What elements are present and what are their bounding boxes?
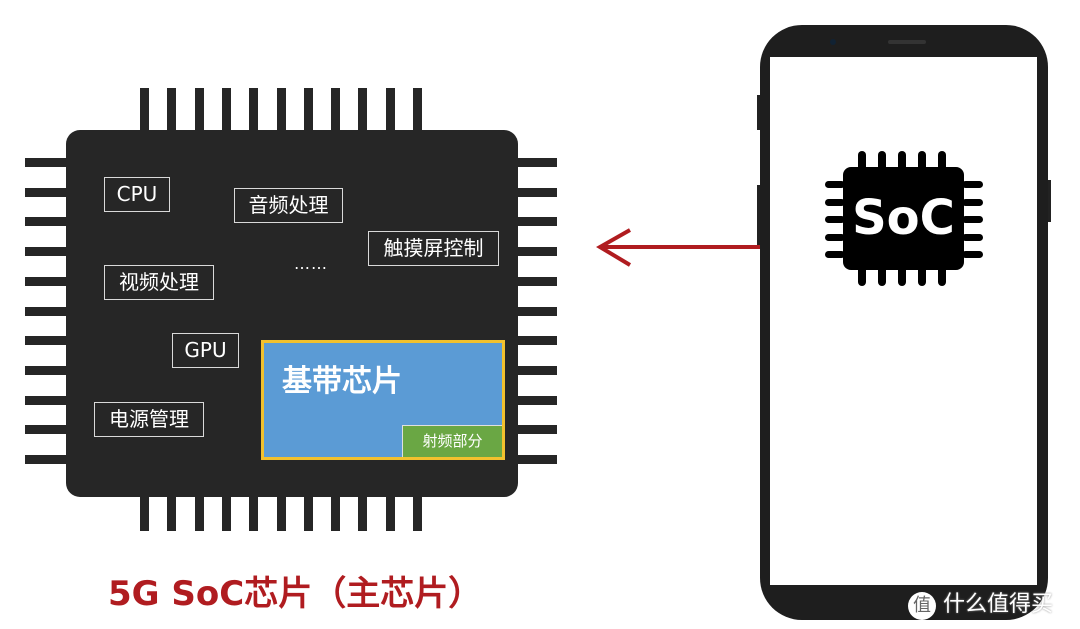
- pin: [962, 216, 983, 223]
- pin: [358, 495, 368, 531]
- soc-chip-icon: SoC: [843, 167, 964, 270]
- pin: [385, 495, 395, 531]
- pin: [25, 158, 68, 167]
- pin: [303, 495, 313, 531]
- block-video: 视频处理: [104, 265, 214, 300]
- pin: [303, 88, 313, 132]
- pin: [167, 88, 177, 132]
- pin: [25, 306, 68, 316]
- pin: [25, 276, 68, 286]
- pin: [25, 217, 68, 227]
- pin: [825, 181, 845, 188]
- pin: [516, 395, 557, 405]
- pin: [221, 495, 231, 531]
- pin: [249, 495, 259, 531]
- pin: [413, 495, 422, 531]
- pin: [25, 365, 68, 375]
- pin: [25, 247, 68, 257]
- pin: [249, 88, 259, 132]
- pin: [962, 198, 983, 206]
- pin: [25, 395, 68, 405]
- block-gpu: GPU: [172, 333, 239, 368]
- pin: [221, 88, 231, 132]
- block-touchscreen: 触摸屏控制: [368, 231, 499, 266]
- block-cpu: CPU: [104, 177, 170, 212]
- pin: [962, 233, 983, 241]
- pin: [358, 88, 368, 132]
- pin: [25, 455, 68, 464]
- pin: [194, 88, 204, 132]
- speaker-grille: [888, 40, 926, 44]
- pin: [25, 336, 68, 346]
- block-audio: 音频处理: [234, 188, 343, 223]
- pin: [194, 495, 204, 531]
- diagram: CPU 音频处理 触摸屏控制 视频处理 GPU 电源管理 …… 基带芯片 射频部…: [0, 0, 1080, 629]
- pin: [825, 233, 845, 241]
- watermark: 值 什么值得买: [908, 586, 1053, 620]
- pin: [962, 251, 983, 258]
- pin: [516, 425, 557, 435]
- pin: [140, 88, 149, 132]
- pin: [25, 425, 68, 435]
- pin: [25, 187, 68, 197]
- rf-block: 射频部分: [402, 425, 502, 457]
- baseband-label: 基带芯片: [282, 364, 402, 399]
- pin: [331, 495, 341, 531]
- phone-screen: [770, 57, 1037, 585]
- caption: 5G SoC芯片（主芯片）: [108, 574, 483, 614]
- pin: [516, 336, 557, 346]
- watermark-logo-icon: 值: [908, 592, 936, 620]
- pin: [825, 251, 845, 258]
- pin: [516, 306, 557, 316]
- pin: [516, 247, 557, 257]
- pin: [516, 455, 557, 464]
- camera-icon: [830, 39, 836, 45]
- pin: [167, 495, 177, 531]
- pin: [516, 217, 557, 227]
- pin: [516, 187, 557, 197]
- block-power: 电源管理: [94, 402, 204, 437]
- pin: [140, 495, 149, 531]
- ellipsis: ……: [294, 254, 328, 273]
- pin: [331, 88, 341, 132]
- pin: [516, 158, 557, 167]
- pin: [516, 365, 557, 375]
- pin: [962, 181, 983, 188]
- pin: [385, 88, 395, 132]
- pin: [825, 216, 845, 223]
- pin: [516, 276, 557, 286]
- pin: [276, 88, 286, 132]
- pin: [825, 198, 845, 206]
- watermark-text: 什么值得买: [943, 592, 1054, 617]
- pin: [276, 495, 286, 531]
- pin: [413, 88, 422, 132]
